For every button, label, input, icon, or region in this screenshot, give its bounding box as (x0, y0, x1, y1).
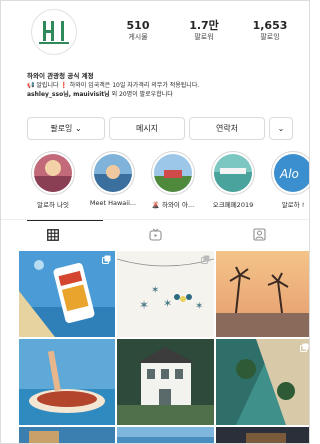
post-thumbnail[interactable] (19, 339, 115, 425)
post-thumbnail[interactable] (19, 427, 115, 443)
followed-by[interactable]: ashley_sso님, mauivisit님 외 20명이 팔로우합니다 (27, 90, 307, 99)
post-thumbnail[interactable]: ✶ ✶ ✶ ✶ (117, 251, 214, 337)
multiple-posts-icon (201, 255, 210, 264)
tab-igtv[interactable] (104, 220, 207, 249)
multiple-posts-icon (300, 343, 309, 352)
stat-following-label: 팔로잉 (260, 33, 280, 41)
post-thumbnail[interactable] (216, 251, 309, 337)
highlight-item[interactable]: 🌋 하와이 아... (147, 151, 199, 209)
contact-button[interactable]: 연락처 (189, 117, 265, 140)
followed-by-users: ashley_sso님, mauivisit님 (27, 91, 110, 98)
highlight-item[interactable]: 오크페페2019 (207, 151, 259, 209)
highlight-thumbnail (214, 154, 252, 192)
highlight-thumbnail: Alo (274, 154, 309, 192)
profile-tabs (1, 219, 309, 249)
stat-posts-label: 게시물 (128, 33, 148, 41)
highlight-item[interactable]: Alo 알로하 ! (267, 151, 309, 209)
tag-person-icon (253, 228, 266, 241)
grid-icon (46, 228, 59, 241)
stat-following[interactable]: 1,653 팔로잉 (241, 19, 299, 42)
stat-posts-value: 510 (126, 19, 150, 32)
profile-actions: 팔로잉 ⌄ 메시지 연락처 ⌄ (27, 117, 293, 140)
svg-text:✶: ✶ (163, 297, 172, 310)
stat-followers-label: 팔로워 (194, 33, 214, 41)
highlight-label: Meet Hawaii... (89, 199, 137, 207)
profile-page: 510 게시물 1.7만 팔로워 1,653 팔로잉 하와이 관광청 공식 계정… (0, 0, 310, 444)
post-grid: ✶ ✶ ✶ ✶ (19, 251, 309, 443)
following-button[interactable]: 팔로잉 ⌄ (27, 117, 105, 140)
followed-by-rest: 외 20명이 팔로우합니다 (111, 91, 173, 98)
megaphone-icon: 📢 (27, 82, 35, 89)
tab-grid[interactable] (1, 220, 104, 249)
profile-stats: 510 게시물 1.7만 팔로워 1,653 팔로잉 (109, 19, 299, 42)
tv-icon (149, 228, 163, 241)
stat-posts[interactable]: 510 게시물 (109, 19, 167, 42)
highlight-item[interactable]: 알로하 나잇 (27, 151, 79, 209)
post-thumbnail[interactable] (117, 427, 214, 443)
story-highlights: 알로하 나잇 Meet Hawaii... 🌋 하와이 아... 오크페페201… (27, 151, 309, 213)
profile-avatar[interactable] (31, 9, 77, 55)
post-thumbnail[interactable] (216, 427, 309, 443)
highlight-thumbnail (154, 154, 192, 192)
svg-text:Alo: Alo (279, 167, 299, 181)
bio-notice-text: 알립니다 ❗ 하와이 입국객은 10일 자가격리 의무가 적용됩니다. (36, 82, 200, 89)
active-tab-indicator (27, 220, 103, 221)
tab-tagged[interactable] (208, 220, 309, 249)
highlight-label: 오크페페2019 (212, 201, 254, 209)
svg-text:✶: ✶ (195, 301, 203, 312)
post-thumbnail[interactable] (216, 339, 309, 425)
multiple-posts-icon (102, 255, 111, 264)
post-thumbnail[interactable] (117, 339, 214, 425)
highlight-item[interactable]: Meet Hawaii... (87, 151, 139, 207)
stat-followers-value: 1.7만 (189, 19, 219, 32)
highlight-label: 알로하 ! (281, 201, 305, 209)
highlight-label: 알로하 나잇 (37, 201, 69, 209)
bio-notice: 📢 알립니다 ❗ 하와이 입국객은 10일 자가격리 의무가 적용됩니다. (27, 81, 307, 90)
bio-name: 하와이 관광청 공식 계정 (27, 72, 94, 80)
post-thumbnail[interactable] (19, 251, 115, 337)
svg-text:✶: ✶ (151, 285, 159, 296)
highlight-thumbnail (94, 154, 132, 192)
message-button[interactable]: 메시지 (109, 117, 185, 140)
suggested-dropdown-button[interactable]: ⌄ (269, 117, 293, 140)
profile-bio: 하와이 관광청 공식 계정 📢 알립니다 ❗ 하와이 입국객은 10일 자가격리… (27, 71, 307, 99)
hawaii-logo-icon (39, 21, 69, 44)
stat-followers[interactable]: 1.7만 팔로워 (175, 19, 233, 42)
highlight-thumbnail (34, 154, 72, 192)
highlight-label: 🌋 하와이 아... (151, 201, 195, 209)
svg-text:✶: ✶ (139, 298, 149, 312)
stat-following-value: 1,653 (252, 19, 288, 32)
